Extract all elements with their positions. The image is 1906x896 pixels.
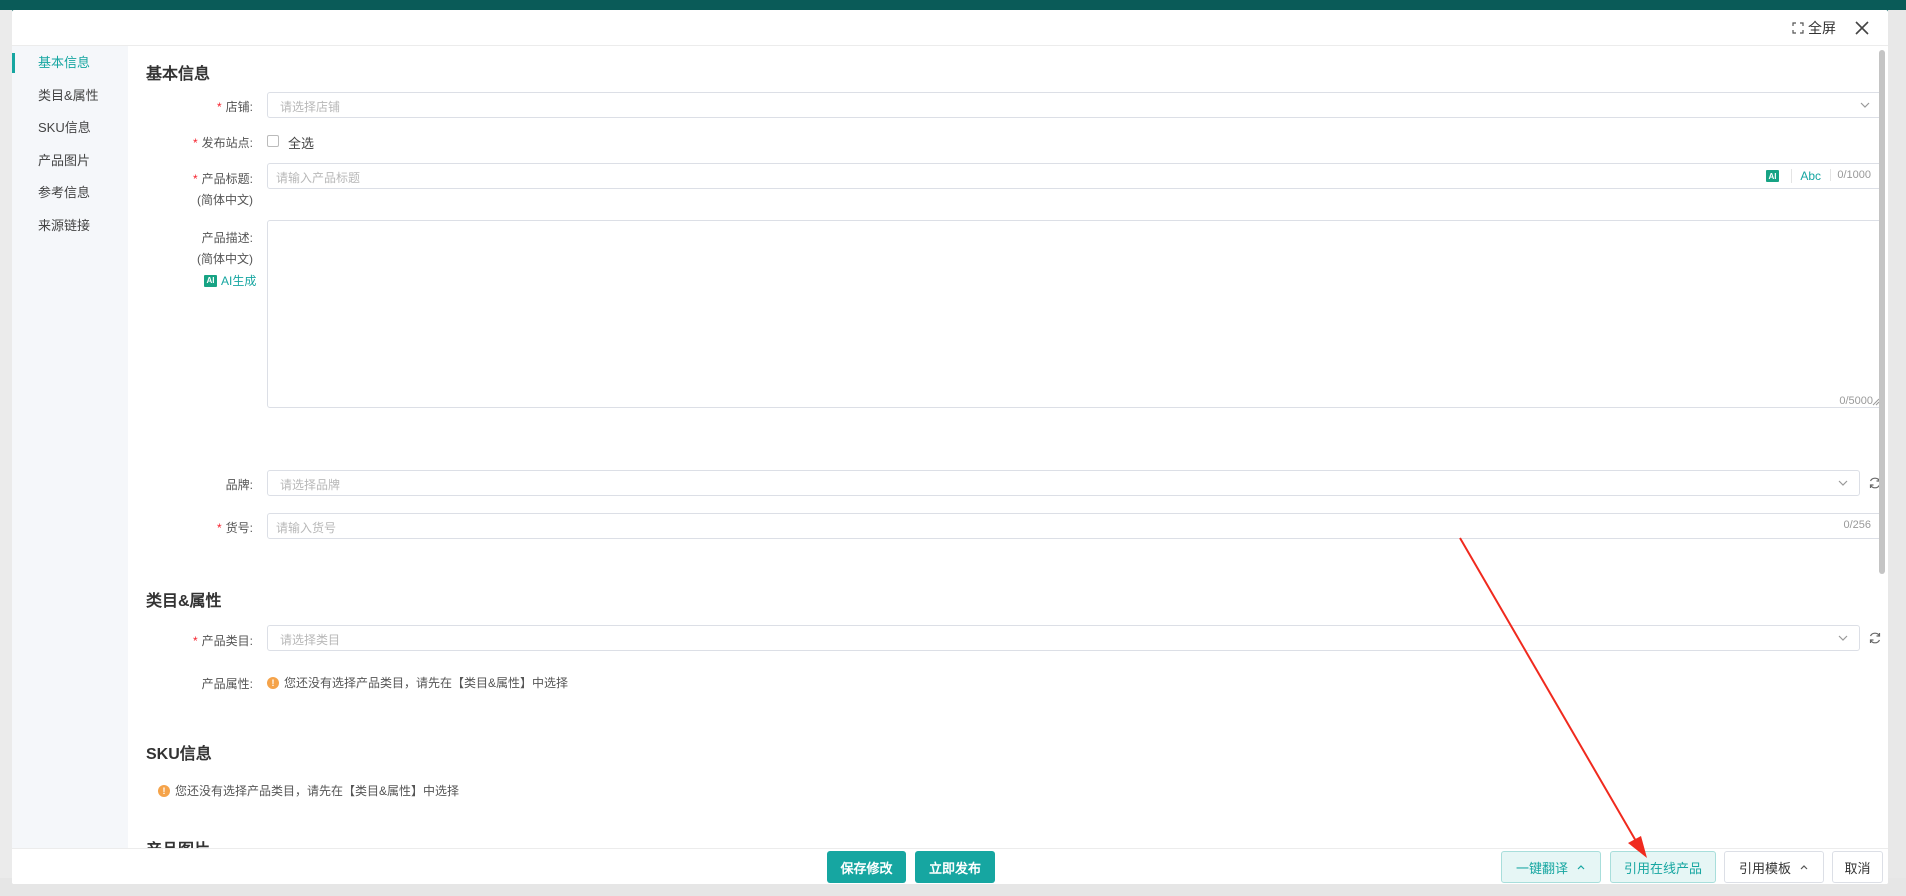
- select-all-checkbox[interactable]: [267, 135, 279, 147]
- quote-online-product-button[interactable]: 引用在线产品: [1610, 851, 1716, 883]
- product-edit-modal: 全屏 基本信息 类目&属性 SKU信息 产品图片 参考信息 来源链接 基本信息 …: [12, 10, 1888, 884]
- chevron-down-icon: [1860, 102, 1870, 108]
- item-number-input[interactable]: 请输入货号 0/256: [267, 513, 1882, 539]
- translate-label: 一键翻译: [1515, 860, 1568, 876]
- product-attr-hint: ! 您还没有选择产品类目，请先在【类目&属性】中选择: [267, 674, 568, 691]
- translate-dropdown-button[interactable]: 一键翻译: [1501, 851, 1601, 883]
- item-number-label: * 货号:: [216, 521, 253, 535]
- close-icon[interactable]: [1852, 18, 1872, 38]
- save-button[interactable]: 保存修改: [827, 851, 906, 883]
- chevron-down-icon: [1838, 635, 1848, 641]
- shop-placeholder: 请选择店铺: [280, 100, 341, 114]
- product-title-placeholder: 请输入产品标题: [276, 171, 361, 185]
- fullscreen-label: 全屏: [1808, 20, 1836, 36]
- chevron-down-icon: [1838, 480, 1848, 486]
- background-app-header: [0, 0, 1906, 10]
- description-sublabel: (简体中文): [197, 252, 253, 266]
- ai-translate-icon[interactable]: AI: [1766, 170, 1779, 182]
- modal-header: 全屏: [12, 10, 1888, 46]
- product-category-label: * 产品类目:: [192, 634, 253, 648]
- brand-label: 品牌:: [225, 478, 253, 492]
- modal-footer: 保存修改 立即发布 一键翻译 引用在线产品 引用模板 取消: [12, 848, 1888, 884]
- quote-template-dropdown-button[interactable]: 引用模板: [1724, 851, 1824, 883]
- refresh-category-icon[interactable]: [1868, 631, 1882, 645]
- nav-active-indicator: [12, 53, 15, 73]
- nav-item-reference[interactable]: 参考信息: [38, 183, 90, 203]
- description-textarea[interactable]: 0/5000: [267, 220, 1882, 408]
- warning-icon: !: [158, 784, 170, 797]
- sku-hint: ! 您还没有选择产品类目，请先在【类目&属性】中选择: [158, 782, 459, 799]
- chevron-up-icon: [1577, 865, 1585, 870]
- site-label: * 发布站点:: [192, 136, 253, 150]
- item-number-placeholder: 请输入货号: [276, 521, 337, 535]
- brand-placeholder: 请选择品牌: [280, 478, 341, 492]
- section-title-images: 产品图片: [146, 836, 210, 848]
- description-counter: 0/5000: [1839, 395, 1873, 407]
- ai-generate-link[interactable]: AI AI生成: [204, 272, 256, 289]
- nav-item-sku[interactable]: SKU信息: [38, 118, 91, 138]
- fullscreen-button[interactable]: 全屏: [1792, 18, 1836, 38]
- shop-label: * 店铺:: [216, 100, 253, 114]
- product-title-counter: 0/1000: [1830, 169, 1871, 181]
- abc-button[interactable]: Abc: [1791, 169, 1821, 183]
- background-app-right: [1888, 10, 1906, 878]
- item-number-counter: 0/256: [1843, 519, 1871, 531]
- nav-item-basic-info[interactable]: 基本信息: [38, 53, 90, 73]
- section-nav: 基本信息 类目&属性 SKU信息 产品图片 参考信息 来源链接: [12, 46, 128, 848]
- description-label: 产品描述:: [201, 231, 253, 245]
- background-app-sidebar: [0, 10, 12, 878]
- product-category-placeholder: 请选择类目: [280, 633, 341, 647]
- section-title-sku: SKU信息: [146, 746, 212, 763]
- nav-item-category[interactable]: 类目&属性: [38, 86, 99, 106]
- cancel-button[interactable]: 取消: [1832, 851, 1883, 883]
- warning-icon: !: [267, 676, 279, 689]
- product-title-input[interactable]: 请输入产品标题 AI Abc 0/1000: [267, 163, 1882, 189]
- form-content: 基本信息 * 店铺: 请选择店铺 * 发布站点: 全选 * 产品标题: (简体中文) …: [128, 46, 1888, 848]
- section-title-basic: 基本信息: [146, 66, 211, 83]
- nav-item-source-link[interactable]: 来源链接: [38, 216, 90, 236]
- expand-icon: [1792, 22, 1804, 34]
- quote-template-label: 引用模板: [1738, 860, 1791, 876]
- product-title-label: * 产品标题:: [192, 172, 253, 186]
- content-scrollbar[interactable]: [1879, 50, 1885, 574]
- publish-button[interactable]: 立即发布: [915, 851, 995, 883]
- ai-generate-label: AI生成: [221, 274, 257, 288]
- select-all-label: 全选: [288, 136, 315, 151]
- brand-select[interactable]: 请选择品牌: [267, 470, 1860, 496]
- ai-icon: AI: [204, 274, 217, 287]
- shop-select[interactable]: 请选择店铺: [267, 92, 1882, 118]
- section-title-category: 类目&属性: [146, 593, 222, 610]
- nav-item-images[interactable]: 产品图片: [38, 151, 90, 171]
- product-attr-label: 产品属性:: [201, 677, 253, 691]
- product-category-select[interactable]: 请选择类目: [267, 625, 1860, 651]
- product-title-sublabel: (简体中文): [197, 193, 253, 207]
- chevron-up-icon: [1800, 865, 1808, 870]
